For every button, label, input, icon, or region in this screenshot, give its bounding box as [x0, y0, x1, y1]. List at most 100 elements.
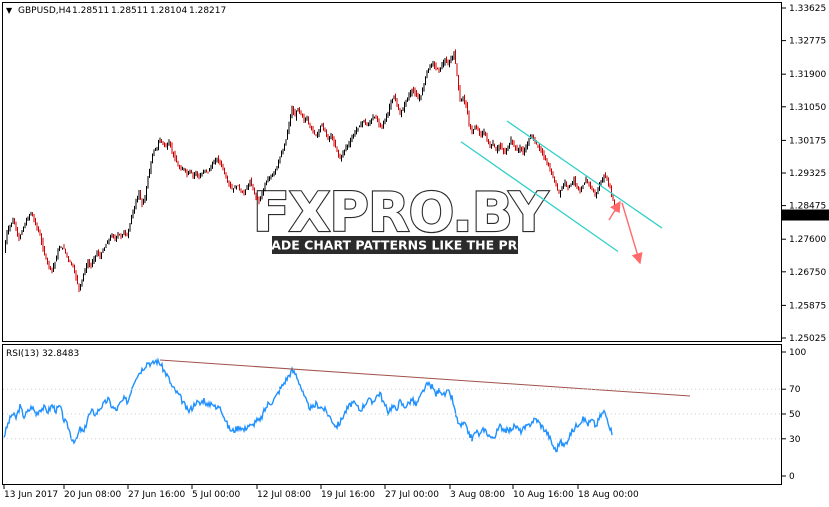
candle-body [500, 144, 501, 148]
candle-body [39, 232, 41, 236]
candle-body [408, 95, 410, 99]
candle-body [492, 143, 494, 146]
candle-body [558, 189, 560, 194]
candle-body [53, 266, 54, 270]
price-tick-label: 1.31050 [789, 103, 826, 113]
candle-body [113, 234, 114, 238]
candle-body [422, 89, 423, 95]
candle-body [156, 147, 158, 150]
candle-body [78, 283, 80, 290]
candle-body [309, 123, 311, 126]
candle-body [9, 225, 11, 229]
candle-body [395, 96, 396, 102]
candle-body [465, 101, 467, 105]
candle-body [528, 139, 530, 144]
candle-body [143, 200, 144, 204]
time-tick-label: 12 Jul 08:00 [257, 490, 311, 500]
candle-body [236, 186, 237, 189]
candle-body [420, 95, 422, 99]
price-tick-label: 1.27600 [789, 235, 826, 245]
candle-body [17, 228, 18, 234]
candle-body [494, 144, 495, 148]
candle-body [210, 166, 212, 170]
rsi-tick-label: 70 [789, 385, 801, 395]
candle-body [527, 143, 528, 147]
candle-body [162, 141, 164, 144]
candle-body [390, 101, 392, 108]
candle-body [38, 227, 39, 232]
candle-body [138, 193, 140, 198]
chart-menu-icon[interactable]: ▼ [6, 6, 13, 15]
candle-body [104, 247, 105, 251]
candle-body [57, 250, 59, 258]
candle-body [228, 181, 230, 184]
candle-body [249, 181, 251, 184]
candle-body [168, 141, 170, 146]
candle-body [503, 148, 504, 151]
candle-body [347, 145, 348, 147]
chart-canvas: FXPRO.BY TRADE CHART PATTERNS LIKE THE P… [0, 0, 829, 504]
candle-body [120, 234, 122, 238]
candle-body [425, 77, 426, 85]
candle-body [414, 90, 416, 94]
candle-body [443, 62, 444, 65]
candle-body [474, 127, 476, 130]
candle-body [476, 127, 477, 129]
candle-body [302, 113, 303, 118]
candle-body [224, 169, 225, 173]
candle-body [458, 75, 459, 88]
candle-body [59, 248, 60, 251]
candle-body [356, 129, 357, 132]
candle-body [345, 147, 347, 150]
candle-body [515, 146, 516, 149]
candle-body [479, 128, 480, 133]
price-tick-label: 1.33625 [789, 4, 826, 14]
candle-body [41, 235, 42, 243]
price-tick-label: 1.30175 [789, 136, 826, 146]
candle-body [308, 119, 309, 123]
candle-body [164, 143, 165, 146]
candle-body [291, 108, 293, 116]
candle-body [369, 122, 371, 124]
candle-body [119, 233, 120, 236]
candle-body [362, 122, 363, 125]
candle-body [549, 166, 551, 171]
candle-body [455, 52, 456, 64]
candle-body [84, 269, 86, 274]
candle-body [402, 108, 404, 111]
time-tick-label: 20 Jun 08:00 [64, 490, 121, 500]
candle-body [512, 140, 513, 143]
candle-body [189, 170, 191, 173]
candle-body [509, 143, 510, 149]
candle-body [215, 160, 216, 162]
candle-body [65, 248, 66, 253]
candle-body [270, 175, 272, 179]
candle-body [437, 67, 438, 70]
candle-body [180, 167, 182, 171]
candle-body [261, 193, 263, 197]
candle-body [375, 116, 377, 119]
candle-body [110, 237, 111, 240]
candle-body [342, 152, 344, 156]
candle-body [591, 186, 593, 190]
candle-body [438, 68, 440, 71]
candle-body [453, 53, 455, 58]
candle-body [348, 143, 350, 146]
candle-body [24, 223, 26, 228]
current-price-tag: 1.28217 [782, 209, 829, 222]
candle-body [62, 247, 63, 249]
candle-body [96, 252, 98, 256]
candle-body [183, 168, 185, 170]
candle-body [605, 175, 606, 178]
candle-body [488, 139, 489, 144]
time-tick-label: 13 Jun 2017 [4, 490, 58, 500]
candle-body [56, 256, 57, 262]
candle-body [612, 194, 614, 201]
candle-body [221, 163, 222, 166]
candle-body [257, 195, 258, 199]
candle-body [380, 123, 381, 126]
candle-body [275, 169, 276, 173]
candle-body [554, 178, 555, 182]
candle-body [44, 248, 45, 254]
candle-body [203, 172, 204, 174]
